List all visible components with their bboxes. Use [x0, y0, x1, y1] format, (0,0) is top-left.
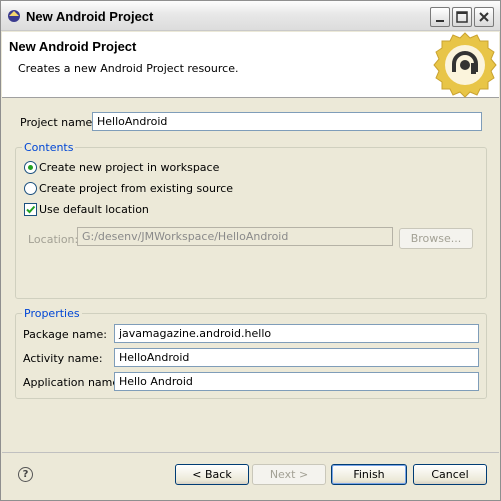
- activity-name-label: Activity name:: [23, 352, 103, 365]
- finish-button[interactable]: Finish: [331, 464, 407, 485]
- back-button[interactable]: < Back: [175, 464, 249, 485]
- android-logo-seal-icon: [433, 32, 497, 98]
- radio-existing-source[interactable]: [24, 182, 37, 195]
- radio-create-new-label[interactable]: Create new project in workspace: [39, 161, 219, 174]
- checkmark-icon: [26, 205, 36, 214]
- window-title: New Android Project: [26, 9, 154, 24]
- header-banner: New Android Project Creates a new Androi…: [2, 32, 499, 98]
- banner-title: New Android Project: [9, 39, 137, 54]
- minimize-button[interactable]: [430, 7, 450, 27]
- project-name-label: Project name:: [20, 116, 97, 129]
- location-input[interactable]: G:/desenv/JMWorkspace/HelloAndroid: [77, 227, 393, 246]
- application-name-label: Application name:: [23, 376, 123, 389]
- package-name-input[interactable]: javamagazine.android.hello: [114, 324, 479, 343]
- footer-divider: [2, 452, 499, 453]
- minimize-icon: [436, 20, 444, 22]
- close-icon: [479, 12, 489, 22]
- application-name-input[interactable]: Hello Android: [114, 372, 479, 391]
- location-label: Location:: [28, 233, 79, 246]
- banner-description: Creates a new Android Project resource.: [18, 62, 239, 75]
- help-icon[interactable]: ?: [18, 467, 33, 482]
- activity-name-input[interactable]: HelloAndroid: [114, 348, 479, 367]
- use-default-location-label[interactable]: Use default location: [39, 203, 149, 216]
- contents-group-label: Contents: [22, 141, 76, 154]
- use-default-location-checkbox[interactable]: [24, 203, 37, 216]
- project-name-input[interactable]: HelloAndroid: [92, 112, 482, 131]
- browse-button[interactable]: Browse...: [399, 228, 473, 249]
- close-button[interactable]: [474, 7, 494, 27]
- dialog-window: New Android Project New Android Project …: [0, 0, 501, 501]
- package-name-label: Package name:: [23, 328, 107, 341]
- properties-group-label: Properties: [22, 307, 82, 320]
- app-icon: [8, 10, 20, 22]
- maximize-icon: [456, 11, 468, 23]
- cancel-button[interactable]: Cancel: [413, 464, 487, 485]
- title-bar[interactable]: New Android Project: [1, 1, 500, 31]
- next-button[interactable]: Next >: [252, 464, 326, 485]
- maximize-button[interactable]: [452, 7, 472, 27]
- radio-existing-source-label[interactable]: Create project from existing source: [39, 182, 233, 195]
- radio-create-new-project[interactable]: [24, 161, 37, 174]
